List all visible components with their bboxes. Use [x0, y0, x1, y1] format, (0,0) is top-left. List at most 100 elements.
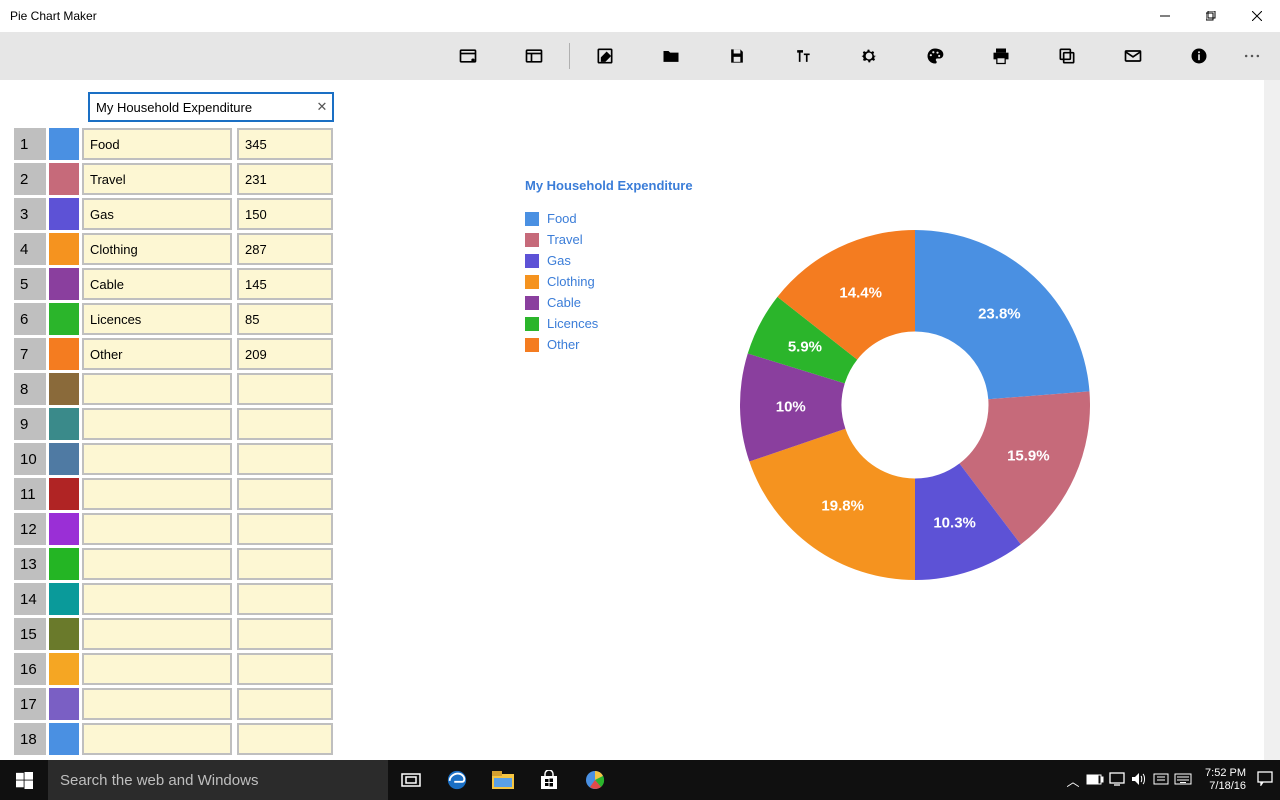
- row-value-input[interactable]: [237, 303, 333, 335]
- row-value-input[interactable]: [237, 688, 333, 720]
- row-label-input[interactable]: [82, 513, 232, 545]
- row-color-swatch[interactable]: [49, 723, 79, 755]
- row-label-input[interactable]: [82, 373, 232, 405]
- row-color-swatch[interactable]: [49, 653, 79, 685]
- row-value-input[interactable]: [237, 548, 333, 580]
- clear-title-icon[interactable]: ✕: [312, 99, 332, 115]
- system-tray: ︿ 7:52 PM 7/18/16: [1062, 767, 1280, 793]
- row-label-cell: [82, 303, 232, 335]
- row-color-swatch[interactable]: [49, 338, 79, 370]
- taskbar-apps: [388, 760, 618, 800]
- row-color-swatch[interactable]: [49, 198, 79, 230]
- row-value-input[interactable]: [237, 268, 333, 300]
- maximize-button[interactable]: [1188, 0, 1234, 32]
- row-label-input[interactable]: [82, 198, 232, 230]
- row-label-input[interactable]: [82, 163, 232, 195]
- data-panel: ✕ 123456789101112131415161718: [0, 80, 340, 760]
- row-label-input[interactable]: [82, 128, 232, 160]
- tray-chevron-icon[interactable]: ︿: [1062, 771, 1084, 790]
- row-value-input[interactable]: [237, 233, 333, 265]
- minimize-button[interactable]: [1142, 0, 1188, 32]
- row-color-swatch[interactable]: [49, 303, 79, 335]
- row-label-input[interactable]: [82, 338, 232, 370]
- toolbar-info-button[interactable]: [1166, 32, 1232, 80]
- toolbar-edit-button[interactable]: [572, 32, 638, 80]
- task-view-icon[interactable]: [388, 760, 434, 800]
- row-value-input[interactable]: [237, 128, 333, 160]
- row-label-input[interactable]: [82, 618, 232, 650]
- network-icon[interactable]: [1106, 772, 1128, 789]
- row-value-input[interactable]: [237, 583, 333, 615]
- taskbar-clock[interactable]: 7:52 PM 7/18/16: [1194, 767, 1254, 793]
- close-button[interactable]: [1234, 0, 1280, 32]
- row-value-input[interactable]: [237, 443, 333, 475]
- file-explorer-icon[interactable]: [480, 760, 526, 800]
- row-value-cell: [237, 478, 333, 510]
- row-color-swatch[interactable]: [49, 268, 79, 300]
- row-color-swatch[interactable]: [49, 583, 79, 615]
- row-color-swatch[interactable]: [49, 373, 79, 405]
- row-color-swatch[interactable]: [49, 233, 79, 265]
- row-label-input[interactable]: [82, 688, 232, 720]
- store-icon[interactable]: [526, 760, 572, 800]
- pie-chart-app-icon[interactable]: [572, 760, 618, 800]
- start-button[interactable]: [0, 760, 48, 800]
- row-color-swatch[interactable]: [49, 688, 79, 720]
- row-value-input[interactable]: [237, 653, 333, 685]
- row-value-input[interactable]: [237, 513, 333, 545]
- toolbar-open-button[interactable]: [638, 32, 704, 80]
- row-value-input[interactable]: [237, 478, 333, 510]
- legend-swatch: [525, 212, 539, 226]
- toolbar-more-button[interactable]: [1232, 32, 1272, 80]
- scrollbar[interactable]: [1264, 80, 1280, 760]
- row-color-swatch[interactable]: [49, 513, 79, 545]
- row-label-input[interactable]: [82, 583, 232, 615]
- row-color-swatch[interactable]: [49, 548, 79, 580]
- row-color-swatch[interactable]: [49, 478, 79, 510]
- row-value-input[interactable]: [237, 198, 333, 230]
- input-icon[interactable]: [1150, 773, 1172, 788]
- row-number: 8: [14, 373, 46, 405]
- row-value-input[interactable]: [237, 163, 333, 195]
- edge-icon[interactable]: [434, 760, 480, 800]
- battery-icon[interactable]: [1084, 773, 1106, 788]
- toolbar-panel-button[interactable]: [501, 32, 567, 80]
- row-color-swatch[interactable]: [49, 443, 79, 475]
- row-value-input[interactable]: [237, 723, 333, 755]
- row-value-input[interactable]: [237, 408, 333, 440]
- row-label-input[interactable]: [82, 548, 232, 580]
- keyboard-icon[interactable]: [1172, 773, 1194, 788]
- row-color-swatch[interactable]: [49, 128, 79, 160]
- row-color-swatch[interactable]: [49, 618, 79, 650]
- action-center-icon[interactable]: [1254, 771, 1276, 789]
- row-label-input[interactable]: [82, 443, 232, 475]
- chart-title-input[interactable]: [90, 100, 312, 115]
- row-number: 16: [14, 653, 46, 685]
- volume-icon[interactable]: [1128, 772, 1150, 789]
- toolbar-mail-button[interactable]: [1100, 32, 1166, 80]
- row-value-input[interactable]: [237, 373, 333, 405]
- toolbar-copy-button[interactable]: [1034, 32, 1100, 80]
- row-label-input[interactable]: [82, 723, 232, 755]
- toolbar-palette-button[interactable]: [902, 32, 968, 80]
- taskbar-search[interactable]: Search the web and Windows: [48, 760, 388, 800]
- row-label-cell: [82, 653, 232, 685]
- toolbar-print-button[interactable]: [968, 32, 1034, 80]
- taskbar-date: 7/18/16: [1194, 780, 1246, 793]
- row-label-input[interactable]: [82, 268, 232, 300]
- row-label-cell: [82, 513, 232, 545]
- row-label-input[interactable]: [82, 653, 232, 685]
- row-label-input[interactable]: [82, 408, 232, 440]
- toolbar-window-layout-button[interactable]: [435, 32, 501, 80]
- toolbar-settings-button[interactable]: [836, 32, 902, 80]
- row-color-swatch[interactable]: [49, 408, 79, 440]
- toolbar-text-button[interactable]: [770, 32, 836, 80]
- row-number: 5: [14, 268, 46, 300]
- row-value-input[interactable]: [237, 338, 333, 370]
- row-value-input[interactable]: [237, 618, 333, 650]
- row-label-input[interactable]: [82, 303, 232, 335]
- toolbar-save-button[interactable]: [704, 32, 770, 80]
- row-label-input[interactable]: [82, 478, 232, 510]
- row-color-swatch[interactable]: [49, 163, 79, 195]
- row-label-input[interactable]: [82, 233, 232, 265]
